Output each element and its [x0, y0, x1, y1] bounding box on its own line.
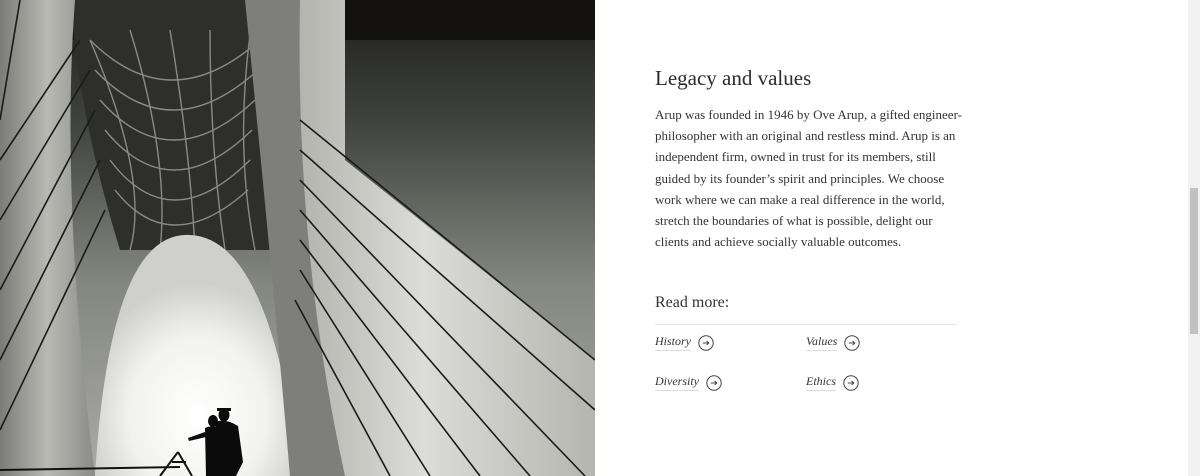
arrow-right-circle-icon	[698, 334, 714, 351]
body-line: independent firm, owned in trust for its…	[655, 149, 936, 165]
ethics-link-label: Ethics	[806, 374, 836, 391]
read-more-divider	[655, 324, 956, 325]
body-line: guided by its founder’s spirit and princ…	[655, 170, 945, 186]
ethics-link[interactable]: Ethics	[806, 374, 859, 391]
diversity-link-label: Diversity	[655, 374, 699, 391]
section-body: Arup was founded in 1946 by Ove Arup, a …	[655, 104, 962, 252]
body-line: clients and achieve socially valuable ou…	[655, 234, 902, 250]
body-line: Arup was founded in 1946 by Ove Arup, a …	[655, 107, 962, 122]
scrollbar-thumb[interactable]	[1190, 188, 1198, 334]
body-line: philosopher with an original and restles…	[655, 128, 956, 144]
values-link-label: Values	[806, 334, 838, 351]
page: Legacy and values Arup was founded in 19…	[0, 0, 1200, 476]
history-link[interactable]: History	[655, 334, 714, 351]
values-link[interactable]: Values	[806, 334, 861, 351]
arrow-right-circle-icon	[706, 374, 722, 391]
tower-arch-image	[0, 0, 595, 476]
section-title: Legacy and values	[655, 66, 812, 90]
diversity-link[interactable]: Diversity	[655, 374, 722, 391]
vertical-scrollbar[interactable]	[1188, 0, 1200, 476]
arrow-right-circle-icon	[843, 374, 859, 391]
history-link-label: History	[655, 334, 691, 351]
hero-photo	[0, 0, 595, 476]
read-more-heading: Read more:	[655, 294, 730, 311]
body-line: stretch the boundaries of what is possib…	[655, 213, 933, 229]
arrow-right-circle-icon	[844, 334, 861, 351]
body-line: work where we can make a real difference…	[655, 191, 945, 207]
